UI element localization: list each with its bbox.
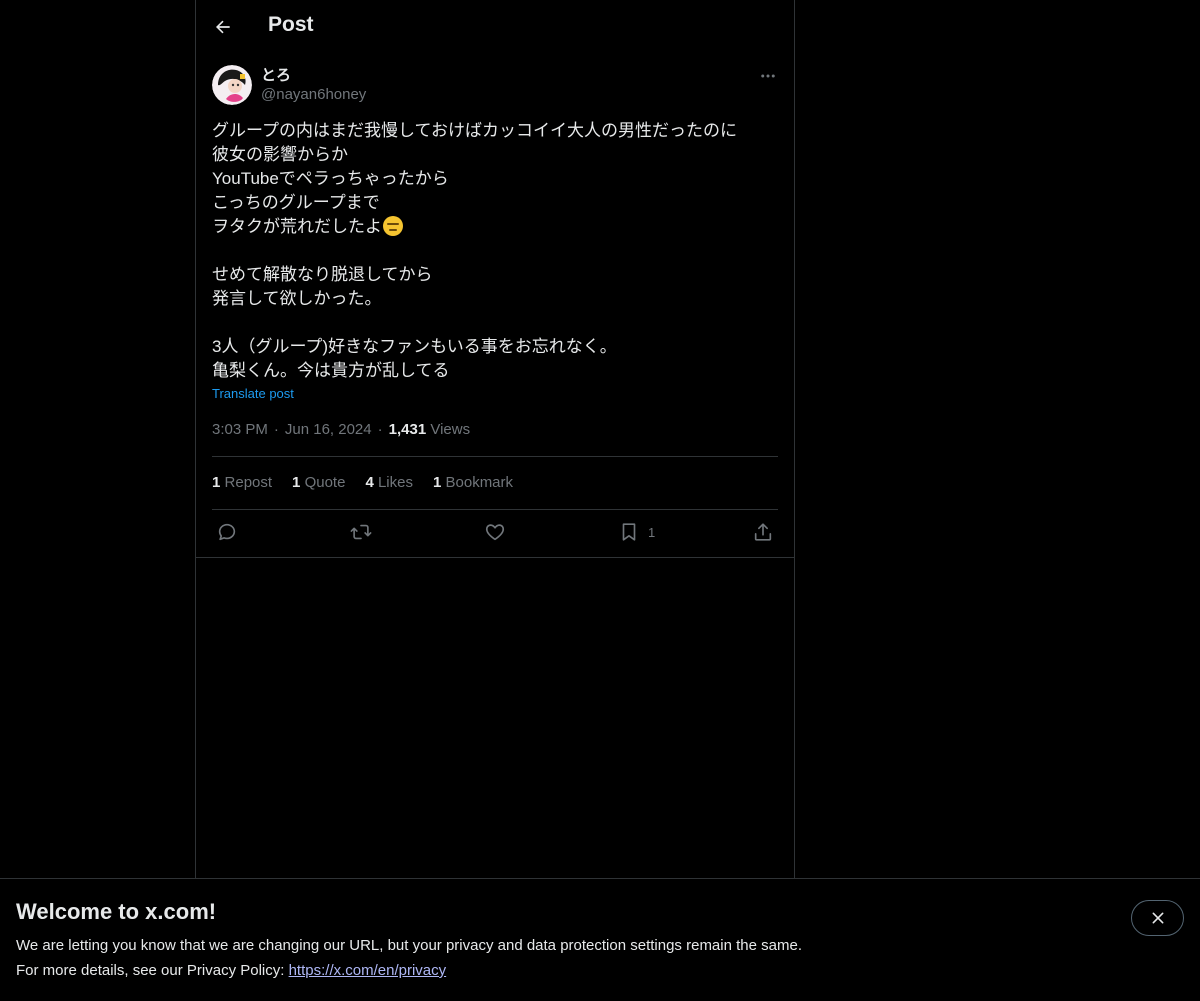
- post-line: [212, 311, 778, 335]
- back-button[interactable]: [206, 10, 240, 44]
- post-line: こっちのグループまで: [212, 193, 380, 212]
- reply-button[interactable]: [216, 520, 238, 544]
- quote-label: Quote: [304, 474, 346, 491]
- post-meta: 3:03 PM · Jun 16, 2024 · 1,431 Views: [212, 421, 470, 438]
- divider: [196, 557, 794, 558]
- bookmark-label: Bookmark: [445, 474, 514, 491]
- separator-dot: ·: [273, 421, 279, 438]
- url-change-banner: Welcome to x.com! We are letting you kno…: [0, 878, 1200, 1001]
- post-line: グループの内はまだ我慢しておけばカッコイイ大人の男性だったのに: [212, 121, 737, 140]
- quote-count: 1: [292, 474, 301, 491]
- post-line: [212, 239, 778, 263]
- back-arrow-icon: [216, 20, 230, 34]
- engagement-stats: 1 Repost 1 Quote 4 Likes 1 Bookmark: [212, 474, 513, 491]
- like-icon: [485, 524, 505, 541]
- banner-text: We are letting you know that we are chan…: [16, 937, 802, 954]
- action-bar: 1: [196, 510, 794, 556]
- display-name[interactable]: とろ: [261, 64, 291, 85]
- page-title: Post: [268, 13, 314, 36]
- likes-label: Likes: [377, 474, 413, 491]
- repost-button[interactable]: [350, 520, 372, 544]
- privacy-policy-link[interactable]: https://x.com/en/privacy: [289, 962, 447, 979]
- post-text: グループの内はまだ我慢しておけばカッコイイ大人の男性だったのに 彼女の影響からか…: [212, 119, 778, 383]
- close-banner-button[interactable]: [1131, 900, 1184, 936]
- translate-post-link[interactable]: Translate post: [212, 386, 294, 401]
- divider: [212, 456, 778, 457]
- more-icon: [761, 74, 775, 78]
- avatar[interactable]: [212, 65, 252, 105]
- bookmark-action-count: 1: [648, 524, 656, 540]
- post-line-text: ヲタクが荒れだしたよ: [212, 217, 382, 236]
- close-icon: [1152, 912, 1163, 924]
- emoji-expressionless-icon: [383, 216, 403, 236]
- likes-count: 4: [365, 474, 374, 491]
- likes-stat[interactable]: 4 Likes: [365, 474, 413, 491]
- post-date[interactable]: Jun 16, 2024: [285, 421, 372, 438]
- header: Post: [196, 0, 794, 53]
- bookmark-count: 1: [432, 474, 442, 491]
- share-icon: [754, 523, 772, 541]
- post-line: 亀梨くん。今は貴方が乱してる: [212, 361, 450, 380]
- separator-dot: ·: [377, 421, 383, 438]
- bookmark-button[interactable]: 1: [618, 520, 655, 544]
- views-count: 1,431: [388, 421, 427, 438]
- reply-icon: [218, 523, 236, 541]
- repost-count: 1: [212, 474, 221, 491]
- quote-stat[interactable]: 1 Quote: [292, 474, 345, 491]
- banner-text-details: For more details, see our Privacy Policy…: [16, 962, 446, 979]
- user-handle[interactable]: @nayan6honey: [261, 86, 366, 103]
- post-line: 3人（グループ)好きなファンもいる事をお忘れなく。: [212, 337, 617, 356]
- bookmark-stat[interactable]: 1 Bookmark: [433, 474, 513, 491]
- share-button[interactable]: [752, 520, 774, 544]
- like-button[interactable]: [484, 520, 506, 544]
- post-line: 発言して欲しかった。: [212, 289, 382, 308]
- repost-icon: [350, 524, 372, 540]
- banner-title: Welcome to x.com!: [16, 899, 217, 924]
- post-line: せめて解散なり脱退してから: [212, 265, 433, 284]
- repost-stat[interactable]: 1 Repost: [212, 474, 272, 491]
- repost-label: Repost: [224, 474, 273, 491]
- post-line: 彼女の影響からか: [212, 145, 348, 164]
- bookmark-icon: [622, 523, 636, 541]
- post-time[interactable]: 3:03 PM: [212, 421, 268, 438]
- banner-details-prefix: For more details, see our Privacy Policy…: [16, 962, 289, 979]
- post-column: Post とろ @nayan6honey グループの内はまだ我慢しておけばカッコ…: [195, 0, 795, 880]
- more-button[interactable]: [754, 62, 782, 90]
- post-line-with-emoji: ヲタクが荒れだしたよ: [212, 215, 778, 239]
- post-line: YouTubeでペラっちゃったから: [212, 169, 449, 188]
- views-label: Views: [430, 421, 471, 438]
